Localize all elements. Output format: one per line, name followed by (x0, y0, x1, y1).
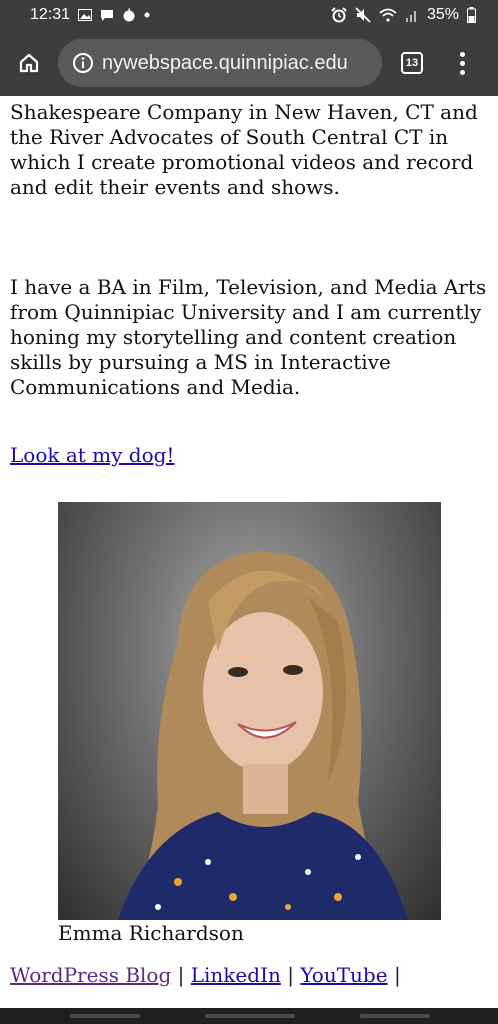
footer-links: WordPress Blog | LinkedIn | YouTube | (10, 963, 401, 987)
linkedin-link[interactable]: LinkedIn (191, 963, 281, 987)
image-icon (78, 9, 93, 21)
home-icon (19, 53, 39, 73)
bio-paragraph-1: Shakespeare Company in New Haven, CT and… (10, 100, 478, 199)
browser-toolbar: nywebspace.quinnipiac.edu 13 (0, 30, 498, 96)
alarm-icon (331, 7, 347, 23)
dot-icon (144, 12, 150, 18)
status-bar: 12:31 35% (0, 0, 498, 30)
home-button[interactable] (0, 30, 58, 96)
signal-icon (405, 8, 419, 22)
menu-dot (459, 51, 465, 57)
menu-dot (459, 69, 465, 75)
apple-icon (122, 8, 136, 22)
url-text[interactable]: nywebspace.quinnipiac.edu (102, 52, 348, 75)
info-icon[interactable] (72, 52, 94, 74)
dog-link[interactable]: Look at my dog! (10, 443, 488, 468)
tab-count: 13 (401, 52, 423, 74)
mute-icon (355, 7, 371, 23)
battery-percent: 35% (426, 6, 459, 23)
link-separator: | (177, 963, 185, 987)
status-right: 35% (331, 6, 476, 24)
system-nav-bar (0, 1008, 498, 1024)
youtube-link[interactable]: YouTube (300, 963, 387, 987)
status-left: 12:31 (30, 6, 150, 24)
link-separator: | (393, 963, 401, 987)
battery-icon (467, 7, 476, 23)
status-time: 12:31 (30, 6, 71, 23)
recent-apps-button[interactable] (70, 1014, 140, 1018)
menu-dot (459, 60, 465, 66)
link-separator: | (287, 963, 294, 987)
page-content: Shakespeare Company in New Haven, CT and… (10, 96, 488, 468)
bio-paragraph-2: I have a BA in Film, Television, and Med… (10, 275, 487, 399)
home-nav-button[interactable] (205, 1014, 295, 1018)
address-bar[interactable]: nywebspace.quinnipiac.edu (58, 39, 382, 87)
more-menu-button[interactable] (442, 30, 482, 96)
photo-caption: Emma Richardson (58, 921, 244, 945)
message-icon (100, 9, 114, 22)
tab-switcher-button[interactable]: 13 (382, 30, 442, 96)
back-button[interactable] (360, 1014, 430, 1018)
wordpress-blog-link[interactable]: WordPress Blog (10, 963, 171, 987)
profile-photo (58, 502, 441, 920)
wifi-icon (379, 8, 397, 22)
